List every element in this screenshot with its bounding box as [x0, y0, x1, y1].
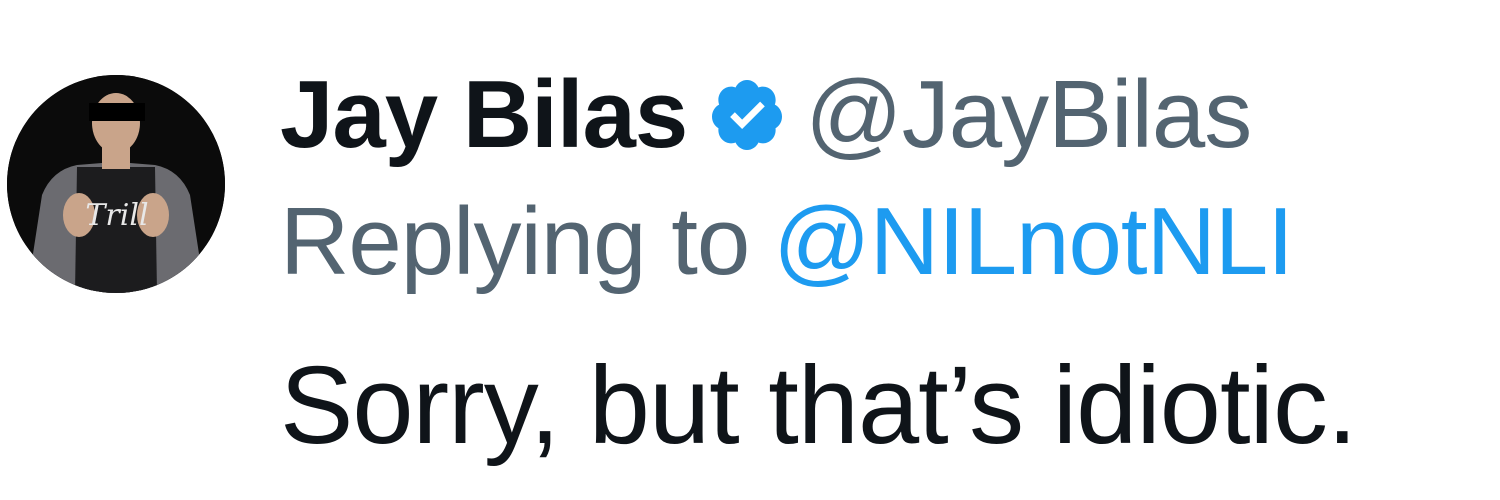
tweet: Trill Jay Bilas @JayBilas Replying to @N…: [0, 0, 1500, 500]
verified-badge-icon: [707, 75, 787, 155]
tweet-text: Sorry, but that’s idiotic.: [280, 343, 1358, 467]
replying-to: Replying to @NILnotNLI: [280, 182, 1294, 302]
replying-to-label: Replying to: [280, 188, 750, 295]
display-name[interactable]: Jay Bilas: [280, 60, 688, 170]
avatar[interactable]: Trill: [7, 75, 225, 293]
tweet-header: Jay Bilas @JayBilas: [280, 55, 1252, 175]
shirt-text: Trill: [85, 198, 148, 233]
author-handle[interactable]: @JayBilas: [805, 60, 1252, 170]
profile-photo: Trill: [7, 75, 225, 293]
reply-to-handle-link[interactable]: @NILnotNLI: [773, 187, 1294, 297]
